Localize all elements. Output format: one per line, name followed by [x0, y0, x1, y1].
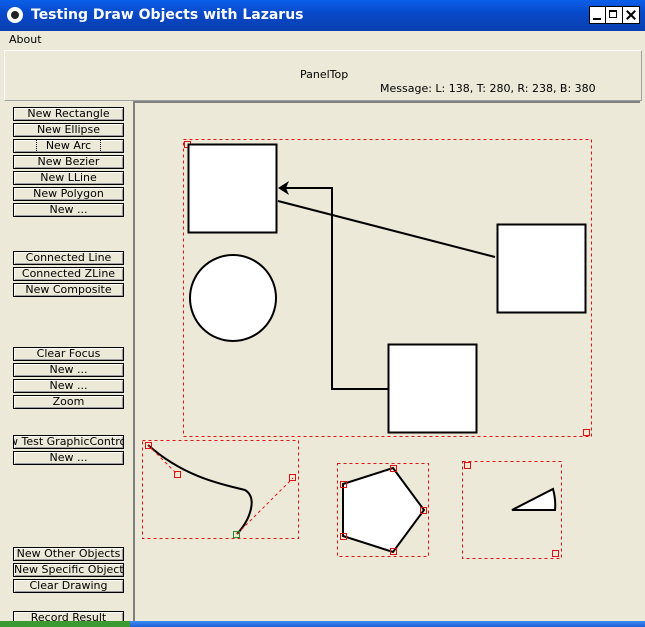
new-polygon-button[interactable]: New Polygon — [13, 187, 124, 201]
new-other-objects-button[interactable]: New Other Objects — [13, 547, 124, 561]
new-lline-label: New LLine — [40, 171, 97, 184]
clear-drawing-button[interactable]: Clear Drawing — [13, 579, 124, 593]
new-polygon-label: New Polygon — [33, 187, 104, 200]
bezier-handle-ctrl2[interactable] — [289, 474, 296, 481]
panel-top-caption: PanelTop — [300, 68, 349, 81]
new-more-button-3[interactable]: New ... — [13, 379, 124, 393]
new-rectangle-button[interactable]: New Rectangle — [13, 107, 124, 121]
rectangle-shape-3[interactable] — [387, 343, 478, 434]
connected-line[interactable] — [277, 200, 496, 258]
left-button-panel: New Rectangle New Ellipse New Arc New Be… — [4, 101, 132, 627]
arc-handle-topleft[interactable] — [464, 462, 471, 469]
new-more-button-1[interactable]: New ... — [13, 203, 124, 217]
connected-zline[interactable] — [282, 187, 388, 390]
zoom-label: Zoom — [52, 395, 85, 408]
new-more-label-2: New ... — [49, 363, 88, 376]
arc-handle-bottomright[interactable] — [552, 550, 559, 557]
start-button-strip[interactable] — [0, 621, 130, 627]
rectangle-shape-2[interactable] — [496, 223, 587, 314]
new-more-button-2[interactable]: New ... — [13, 363, 124, 377]
new-arc-button[interactable]: New Arc — [13, 139, 124, 153]
new-lline-button[interactable]: New LLine — [13, 171, 124, 185]
new-test-graphic-control-button[interactable]: New Test GraphicControl — [13, 435, 124, 449]
new-other-objects-label: New Other Objects — [16, 547, 121, 560]
connected-line-button[interactable]: Connected Line — [13, 251, 124, 265]
window-title: Testing Draw Objects with Lazarus — [31, 7, 304, 23]
clear-drawing-label: Clear Drawing — [29, 579, 108, 592]
close-icon[interactable] — [622, 6, 640, 24]
app-paw-icon[interactable] — [7, 7, 23, 23]
composite-handle-bottomright[interactable] — [583, 429, 590, 436]
zoom-button[interactable]: Zoom — [13, 395, 124, 409]
panel-top: PanelTop Message: L: 138, T: 280, R: 238… — [4, 50, 642, 101]
pentagon-shape[interactable] — [342, 466, 426, 554]
new-ellipse-label: New Ellipse — [36, 123, 101, 136]
connected-line-label: Connected Line — [25, 251, 112, 264]
new-arc-label: New Arc — [35, 140, 102, 152]
bezier-control-line-1 — [147, 444, 178, 475]
panel-top-message: Message: L: 138, T: 280, R: 238, B: 380 — [380, 82, 596, 95]
clear-focus-button[interactable]: Clear Focus — [13, 347, 124, 361]
title-bar[interactable]: Testing Draw Objects with Lazarus — [0, 0, 645, 31]
menu-about[interactable]: About — [9, 33, 42, 46]
new-test-graphic-control-label: New Test GraphicControl — [14, 435, 124, 448]
new-specific-objects-label: New Specific Objects — [14, 563, 124, 576]
drawing-svg — [142, 139, 592, 559]
ellipse-shape[interactable] — [189, 254, 277, 342]
connected-zline-button[interactable]: Connected ZLine — [13, 267, 124, 281]
new-composite-button[interactable]: New Composite — [13, 283, 124, 297]
bezier-control-line-2 — [236, 477, 294, 535]
new-rectangle-label: New Rectangle — [27, 107, 110, 120]
new-more-label-4: New ... — [49, 451, 88, 464]
new-more-button-4[interactable]: New ... — [13, 451, 124, 465]
new-more-label-1: New ... — [49, 203, 88, 216]
rectangle-shape-1[interactable] — [187, 143, 278, 234]
new-ellipse-button[interactable]: New Ellipse — [13, 123, 124, 137]
main-window: Testing Draw Objects with Lazarus About … — [0, 0, 645, 627]
maximize-icon[interactable] — [605, 6, 623, 24]
bezier-curve[interactable] — [147, 444, 253, 535]
drawing-canvas[interactable] — [133, 101, 640, 627]
arc-pie-shape[interactable] — [511, 487, 557, 511]
new-composite-label: New Composite — [25, 283, 112, 296]
bezier-selection-frame[interactable] — [142, 440, 299, 539]
connected-zline-label: Connected ZLine — [21, 267, 116, 280]
new-more-label-3: New ... — [49, 379, 88, 392]
new-specific-objects-button[interactable]: New Specific Objects — [13, 563, 124, 577]
clear-focus-label: Clear Focus — [36, 347, 101, 360]
new-bezier-button[interactable]: New Bezier — [13, 155, 124, 169]
new-bezier-label: New Bezier — [37, 155, 100, 168]
menu-bar: About — [0, 31, 645, 49]
